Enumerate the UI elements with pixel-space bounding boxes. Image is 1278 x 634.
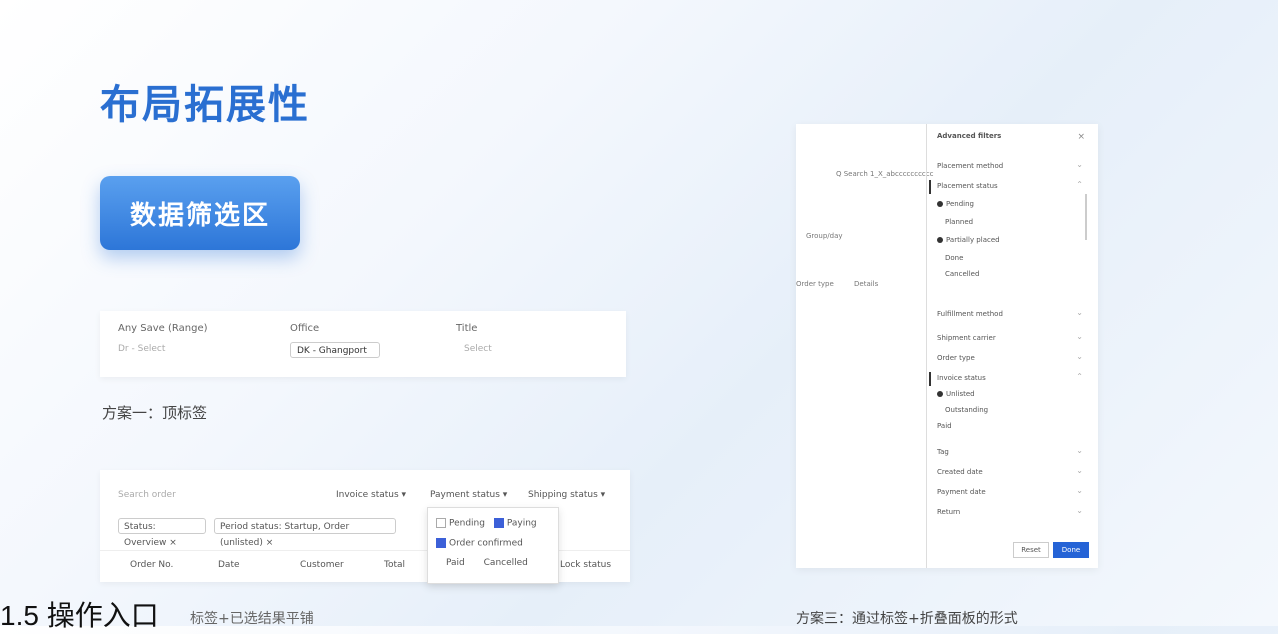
section-subheading: 标签+已选结果平铺 [190,611,314,627]
column-header: Customer [300,560,344,570]
column-header: Total [384,560,406,570]
radio-option[interactable]: Planned [945,218,973,226]
popup-option-row: Pending Paying [436,518,537,529]
panel-title: Advanced filters [937,132,1002,140]
radio-option[interactable]: Outstanding [945,406,988,414]
done-button[interactable]: Done [1053,542,1089,558]
filter-card-tags: Search order Invoice status ▾ Payment st… [100,470,630,584]
background-page: Q Search 1_X_abcccccccccc Group/day Orde… [796,124,933,568]
chevron-down-icon[interactable]: ⌄ [1076,308,1083,317]
dropdown-invoice-status[interactable]: Invoice status ▾ [336,490,406,500]
radio-option[interactable]: Paid [937,422,952,430]
popup-option-row: Order confirmed [436,538,523,549]
popup-option[interactable]: Order confirmed [449,539,523,549]
reset-button[interactable]: Reset [1013,542,1049,558]
radio-option[interactable]: Pending [937,200,974,208]
filter-label: Office [290,323,320,334]
caption-scheme-one: 方案一：顶标签 [102,404,208,422]
section-indicator [929,372,931,386]
filter-label: Any Save (Range) [118,323,208,334]
chevron-up-icon[interactable]: ⌃ [1076,180,1083,189]
filter-card-top-labels: Any Save (Range) Office Title Dr - Selec… [100,311,626,377]
chevron-down-icon[interactable]: ⌄ [1076,486,1083,495]
radio-option[interactable]: Unlisted [937,390,975,398]
filter-tag[interactable]: Status: Overview × [118,518,206,548]
chevron-down-icon[interactable]: ⌄ [1076,332,1083,341]
filter-label: Title [456,323,478,334]
chevron-down-icon[interactable]: ⌄ [1076,466,1083,475]
column-header: Lock status [560,560,612,570]
chevron-down-icon[interactable]: ⌄ [1076,446,1083,455]
chevron-down-icon[interactable]: ⌄ [1076,352,1083,361]
panel-section[interactable]: Shipment carrier [937,334,996,342]
section-heading: 1.5 操作入口 [0,600,159,631]
caption-scheme-three: 方案三：通过标签+折叠面板的形式 [796,611,1018,627]
filter-field[interactable]: Group/day [806,232,843,240]
checkbox[interactable] [436,518,446,528]
popup-option[interactable]: Paid [446,558,465,568]
column-header: Order No. [130,560,174,570]
panel-section[interactable]: Placement status [937,182,998,190]
filter-chip[interactable]: DK - Ghangport [290,342,380,358]
popup-option[interactable]: Paying [507,519,537,529]
radio-option[interactable]: Partially placed [937,236,1000,244]
search-input[interactable]: Q Search 1_X_abcccccccccc [836,170,933,178]
chevron-down-icon[interactable]: ⌄ [1076,160,1083,169]
checkbox-checked[interactable] [493,518,504,528]
panel-section[interactable]: Order type [937,354,975,362]
checkbox-checked[interactable] [436,538,446,548]
scrollbar[interactable] [1085,194,1087,240]
radio-option[interactable]: Cancelled [945,270,979,278]
section-badge-label: 数据筛选区 [129,200,270,231]
section-indicator [929,180,931,194]
column-header: Order type [796,280,834,288]
popup-option-row: Paid Cancelled [446,558,528,568]
status-dropdown-popup: Pending Paying Order confirmed Paid Canc… [427,507,559,584]
panel-section[interactable]: Placement method [937,162,1003,170]
panel-section[interactable]: Payment date [937,488,986,496]
popup-option[interactable]: Cancelled [484,558,528,568]
panel-section[interactable]: Created date [937,468,983,476]
chevron-up-icon[interactable]: ⌃ [1076,372,1083,381]
filter-panel-screenshot: Q Search 1_X_abcccccccccc Group/day Orde… [796,124,1098,568]
panel-section[interactable]: Fulfillment method [937,310,1003,318]
radio-icon [937,201,943,207]
column-header: Date [218,560,240,570]
panel-section[interactable]: Invoice status [937,374,986,382]
panel-section[interactable]: Tag [937,448,949,456]
column-header: Details [854,280,879,288]
chevron-down-icon[interactable]: ⌄ [1076,506,1083,515]
filter-value[interactable]: Select [464,344,492,354]
filter-value[interactable]: Dr - Select [118,344,165,354]
filter-tag[interactable]: Period status: Startup, Order (unlisted)… [214,518,396,548]
panel-section[interactable]: Return [937,508,960,516]
section-badge: 数据筛选区 [100,176,300,250]
radio-option[interactable]: Done [945,254,963,262]
dropdown-payment-status[interactable]: Payment status ▾ [430,490,507,500]
side-filter-panel: Advanced filters × Placement method ⌄ Pl… [926,124,1099,568]
close-icon[interactable]: × [1077,132,1085,142]
dropdown-shipping-status[interactable]: Shipping status ▾ [528,490,605,500]
radio-icon [937,237,943,243]
radio-icon [937,391,943,397]
page-title: 布局拓展性 [100,82,310,128]
search-input[interactable]: Search order [118,490,176,500]
popup-option[interactable]: Pending [449,519,485,529]
